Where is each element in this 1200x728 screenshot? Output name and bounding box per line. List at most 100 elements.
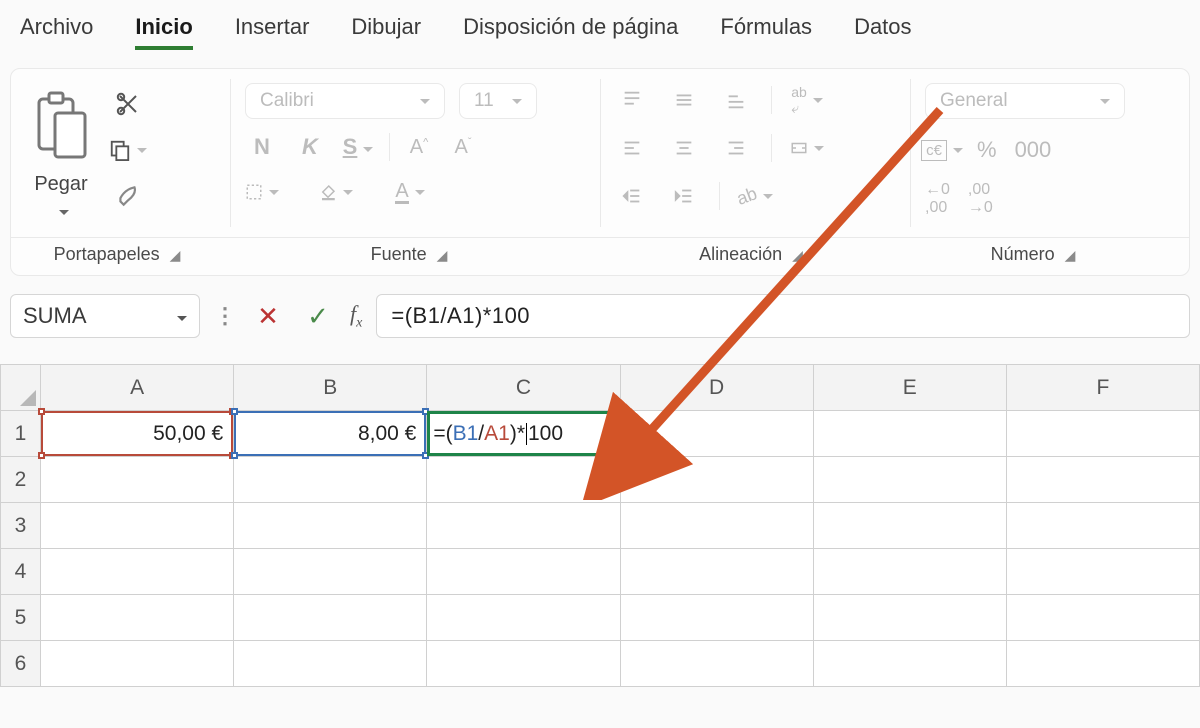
fill-color-button[interactable] (319, 175, 353, 209)
grow-font-button[interactable]: A^ (404, 136, 434, 159)
cell-C6[interactable] (427, 641, 620, 687)
col-header-C[interactable]: C (427, 365, 620, 411)
cell-F2[interactable] (1006, 457, 1199, 503)
cell-B5[interactable] (234, 595, 427, 641)
col-header-D[interactable]: D (620, 365, 813, 411)
menu-disposicion[interactable]: Disposición de página (463, 14, 678, 50)
align-left-button[interactable] (615, 131, 649, 165)
cell-C5[interactable] (427, 595, 620, 641)
decrease-decimal-button[interactable]: ,00→0 (968, 181, 993, 217)
grid[interactable]: A B C D E F 1 50,00 € 8,00 € =(B1/A1)*10… (0, 364, 1200, 687)
bold-button[interactable]: N (245, 134, 279, 160)
align-top-button[interactable] (615, 83, 649, 117)
cell-B1[interactable]: 8,00 € (234, 411, 427, 457)
spreadsheet: A B C D E F 1 50,00 € 8,00 € =(B1/A1)*10… (0, 364, 1200, 687)
menu-insertar[interactable]: Insertar (235, 14, 310, 50)
menu-archivo[interactable]: Archivo (20, 14, 93, 50)
thousands-button[interactable]: 000 (1015, 137, 1052, 163)
col-header-B[interactable]: B (234, 365, 427, 411)
cell-A5[interactable] (41, 595, 234, 641)
cell-E5[interactable] (813, 595, 1006, 641)
copy-button[interactable] (105, 135, 151, 165)
font-size-select[interactable]: 11 (459, 83, 537, 119)
alignment-dialog-launcher[interactable]: ◢ (792, 247, 803, 263)
cell-D1[interactable] (620, 411, 813, 457)
name-box[interactable]: SUMA (10, 294, 200, 338)
col-header-E[interactable]: E (813, 365, 1006, 411)
increase-indent-button[interactable] (667, 179, 701, 213)
paste-button[interactable]: Pegar (25, 83, 97, 223)
col-header-F[interactable]: F (1006, 365, 1199, 411)
cell-B6[interactable] (234, 641, 427, 687)
cell-D5[interactable] (620, 595, 813, 641)
shrink-font-button[interactable]: Aˇ (448, 136, 478, 159)
row-header-5[interactable]: 5 (1, 595, 41, 641)
cut-button[interactable] (105, 89, 151, 119)
percent-button[interactable]: % (977, 137, 997, 163)
confirm-formula-button[interactable]: ✓ (300, 301, 336, 332)
menu-datos[interactable]: Datos (854, 14, 911, 50)
cell-C4[interactable] (427, 549, 620, 595)
cell-F4[interactable] (1006, 549, 1199, 595)
cell-E2[interactable] (813, 457, 1006, 503)
cell-F3[interactable] (1006, 503, 1199, 549)
row-header-1[interactable]: 1 (1, 411, 41, 457)
cell-A1[interactable]: 50,00 € (41, 411, 234, 457)
cell-C2[interactable] (427, 457, 620, 503)
menu-dibujar[interactable]: Dibujar (351, 14, 421, 50)
cell-F5[interactable] (1006, 595, 1199, 641)
name-box-dropdown-icon[interactable] (171, 303, 187, 329)
cell-C1[interactable]: =(B1/A1)*100 (427, 411, 620, 457)
align-middle-button[interactable] (667, 83, 701, 117)
formula-input[interactable]: =(B1/A1)*100 (376, 294, 1190, 338)
row-header-4[interactable]: 4 (1, 549, 41, 595)
col-header-A[interactable]: A (41, 365, 234, 411)
cell-B4[interactable] (234, 549, 427, 595)
decrease-indent-button[interactable] (615, 179, 649, 213)
increase-decimal-button[interactable]: ←0,00 (925, 181, 950, 217)
cell-D6[interactable] (620, 641, 813, 687)
menu-inicio[interactable]: Inicio (135, 14, 192, 50)
cell-D3[interactable] (620, 503, 813, 549)
cell-E1[interactable] (813, 411, 1006, 457)
cell-A3[interactable] (41, 503, 234, 549)
cell-D4[interactable] (620, 549, 813, 595)
cell-A6[interactable] (41, 641, 234, 687)
cancel-formula-button[interactable]: ✕ (250, 301, 286, 332)
cell-A4[interactable] (41, 549, 234, 595)
insert-function-button[interactable]: fx (350, 301, 362, 331)
cell-E6[interactable] (813, 641, 1006, 687)
cell-C3[interactable] (427, 503, 620, 549)
number-dialog-launcher[interactable]: ◢ (1065, 247, 1076, 263)
cell-F6[interactable] (1006, 641, 1199, 687)
number-format-select[interactable]: General (925, 83, 1125, 119)
align-bottom-button[interactable] (719, 83, 753, 117)
wrap-text-button[interactable]: ab⤶ (790, 83, 824, 117)
row-header-6[interactable]: 6 (1, 641, 41, 687)
italic-button[interactable]: K (293, 134, 327, 160)
cell-B2[interactable] (234, 457, 427, 503)
orientation-button[interactable]: ab (738, 179, 772, 213)
cell-F1[interactable] (1006, 411, 1199, 457)
row-header-2[interactable]: 2 (1, 457, 41, 503)
cell-E3[interactable] (813, 503, 1006, 549)
align-center-button[interactable] (667, 131, 701, 165)
font-dialog-launcher[interactable]: ◢ (437, 247, 448, 263)
align-right-button[interactable] (719, 131, 753, 165)
select-all-corner[interactable] (1, 365, 41, 411)
cell-B3[interactable] (234, 503, 427, 549)
cell-D2[interactable] (620, 457, 813, 503)
font-color-button[interactable]: A (393, 175, 427, 209)
format-painter-button[interactable] (105, 181, 151, 211)
merge-cells-button[interactable] (790, 131, 824, 165)
row-header-3[interactable]: 3 (1, 503, 41, 549)
paste-dropdown-icon[interactable] (53, 200, 69, 223)
clipboard-dialog-launcher[interactable]: ◢ (170, 247, 181, 263)
menu-formulas[interactable]: Fórmulas (720, 14, 812, 50)
currency-button[interactable]: c€ (925, 133, 959, 167)
borders-button[interactable] (245, 175, 279, 209)
underline-button[interactable]: S (341, 134, 375, 160)
cell-E4[interactable] (813, 549, 1006, 595)
font-family-select[interactable]: Calibri (245, 83, 445, 119)
cell-A2[interactable] (41, 457, 234, 503)
